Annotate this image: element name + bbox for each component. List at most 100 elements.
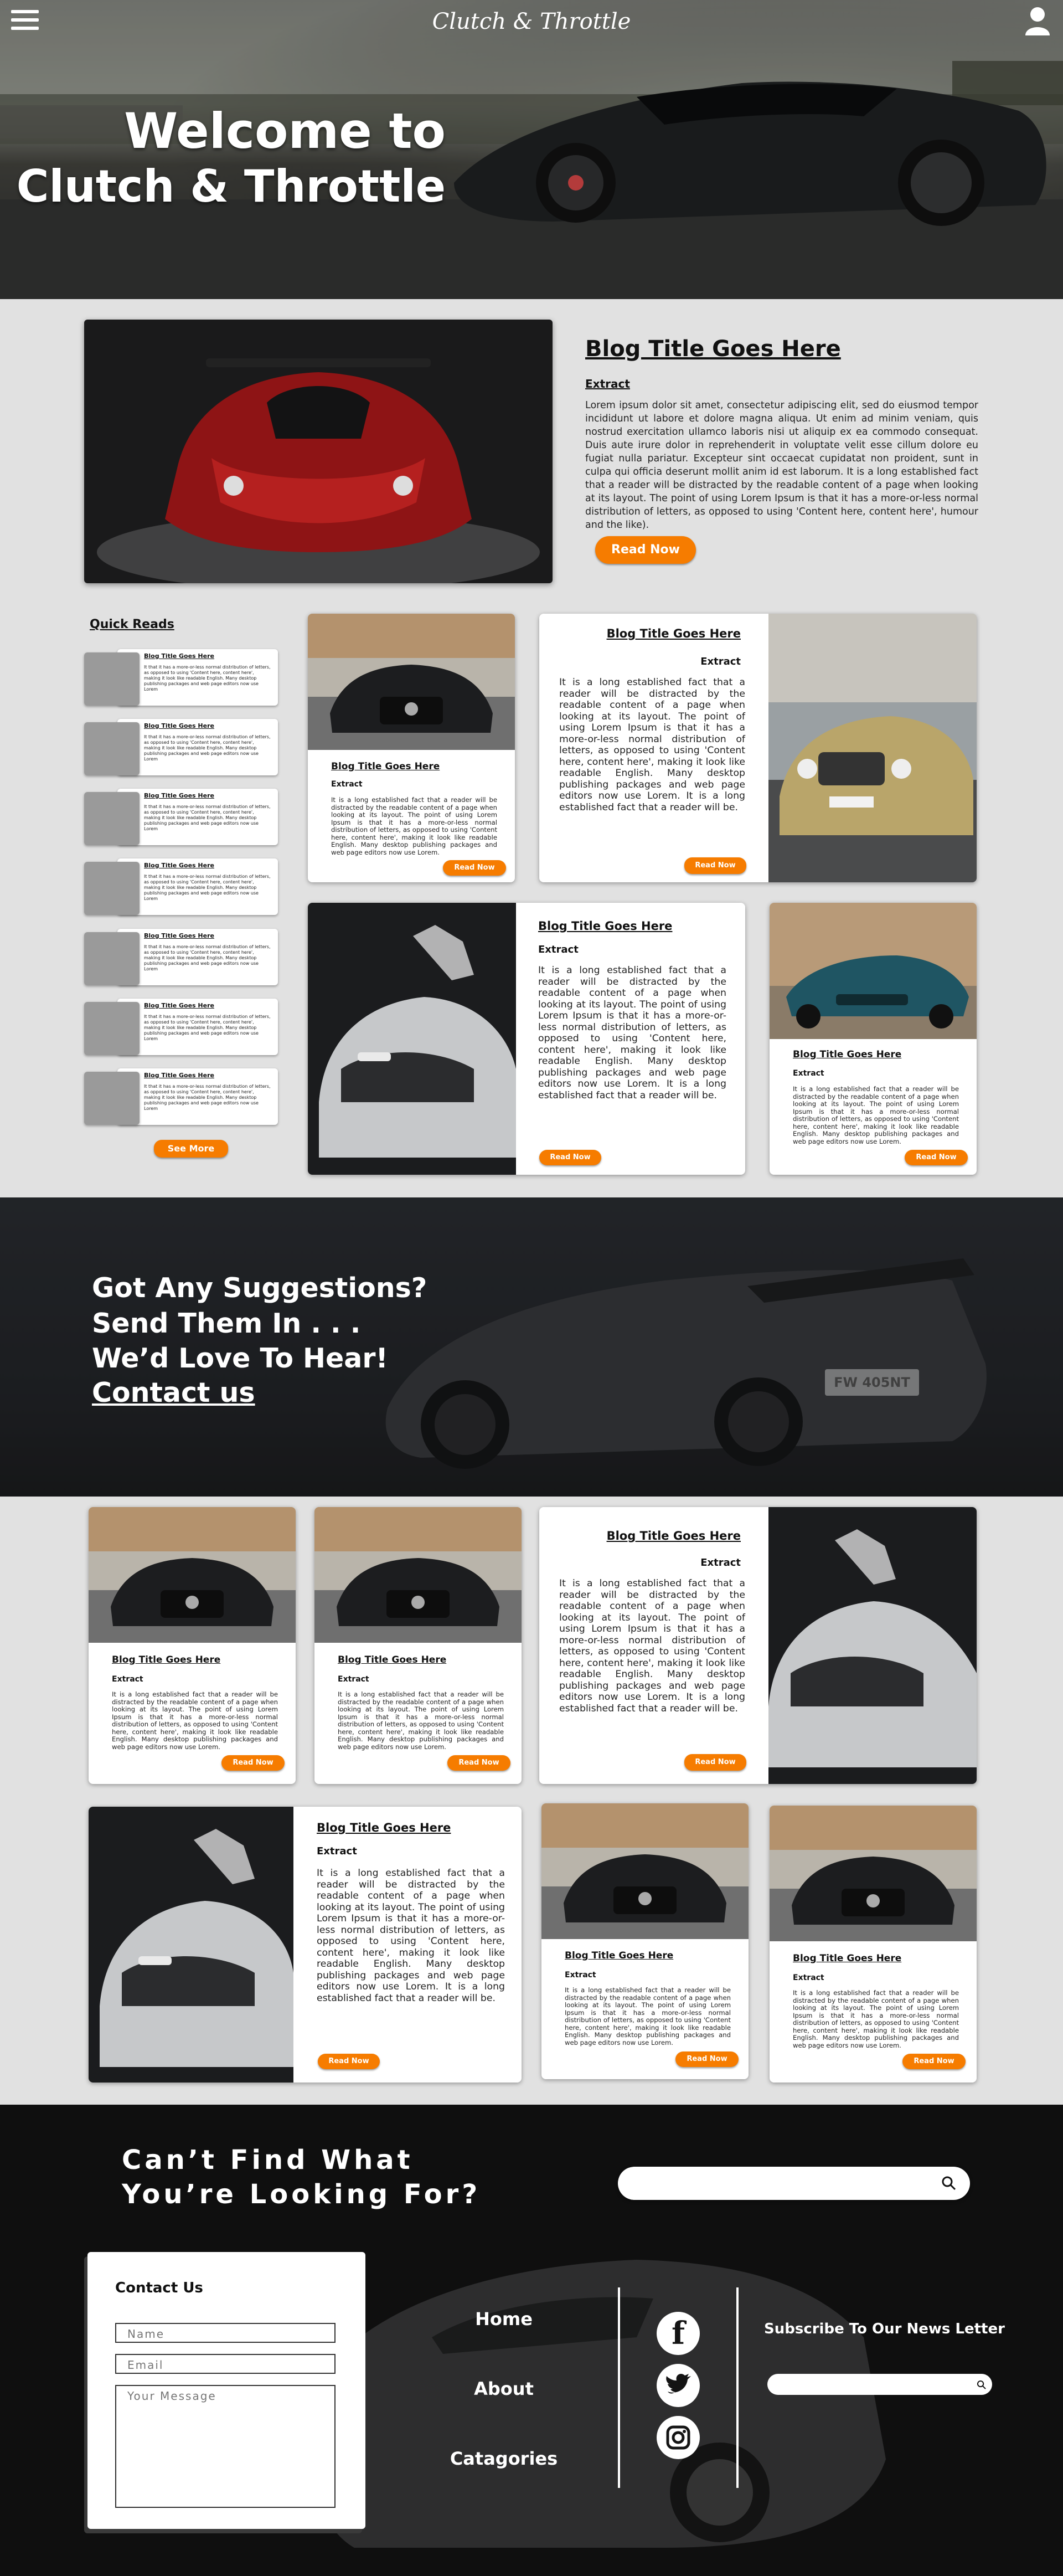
quick-read-text: It that it has a more-or-less normal dis… — [144, 944, 271, 971]
card-read-now-button[interactable]: Read Now — [902, 2054, 966, 2069]
quick-read-thumbnail — [84, 722, 140, 775]
card-body: It is a long established fact that a rea… — [331, 796, 497, 856]
email-field[interactable]: Email — [115, 2354, 336, 2374]
footer-divider — [736, 2287, 739, 2488]
quick-read-title[interactable]: Blog Title Goes Here — [144, 1002, 214, 1009]
footer: Can’t Find What You’re Looking For? Cont… — [0, 2105, 1063, 2576]
card-extract-label: Extract — [538, 944, 579, 955]
card-title[interactable]: Blog Title Goes Here — [607, 627, 741, 640]
contact-us-link[interactable]: Contact us — [92, 1377, 255, 1408]
contact-form-title: Contact Us — [115, 2280, 203, 2296]
footer-nav-about[interactable]: About — [443, 2378, 565, 2399]
quick-read-title[interactable]: Blog Title Goes Here — [144, 932, 214, 939]
card-title[interactable]: Blog Title Goes Here — [793, 1953, 901, 1964]
quick-read-title[interactable]: Blog Title Goes Here — [144, 862, 214, 869]
message-field[interactable]: Your Message — [115, 2385, 336, 2508]
quick-read-title[interactable]: Blog Title Goes Here — [144, 792, 214, 799]
card-title[interactable]: Blog Title Goes Here — [793, 1049, 901, 1060]
quick-read-item[interactable]: Blog Title Goes Here It that it has a mor… — [84, 929, 278, 985]
quick-read-item[interactable]: Blog Title Goes Here It that it has a mor… — [84, 858, 278, 915]
license-plate-text: FW 405NT — [834, 1375, 910, 1390]
quick-read-item[interactable]: Blog Title Goes Here It that it has a mor… — [84, 789, 278, 845]
quick-read-text: It that it has a more-or-less normal dis… — [144, 734, 271, 762]
search-input[interactable] — [618, 2167, 970, 2200]
card-read-now-button[interactable]: Read Now — [539, 1150, 601, 1165]
card-read-now-button[interactable]: Read Now — [675, 2051, 739, 2067]
card-title[interactable]: Blog Title Goes Here — [607, 1529, 741, 1542]
blog-card[interactable]: Blog Title Goes Here Extract It is a lon… — [314, 1507, 522, 1784]
card-title[interactable]: Blog Title Goes Here — [338, 1654, 446, 1665]
card-title[interactable]: Blog Title Goes Here — [317, 1821, 451, 1834]
email-placeholder: Email — [127, 2358, 164, 2372]
card-title[interactable]: Blog Title Goes Here — [538, 919, 672, 933]
card-read-now-button[interactable]: Read Now — [318, 2054, 380, 2069]
car-image-bugatti — [768, 1507, 977, 1784]
card-read-now-button[interactable]: Read Now — [443, 860, 506, 876]
featured-car-image[interactable] — [84, 320, 553, 583]
site-logo[interactable]: Clutch & Throttle — [0, 9, 1063, 34]
card-body: It is a long established fact that a rea… — [565, 1986, 731, 2047]
card-title[interactable]: Blog Title Goes Here — [331, 761, 440, 772]
message-placeholder: Your Message — [127, 2389, 216, 2403]
instagram-icon[interactable] — [657, 2416, 700, 2459]
blog-card[interactable]: Blog Title Goes Here Extract It is a lon… — [541, 1803, 749, 2079]
blog-card-wide[interactable]: Blog Title Goes Here Extract It is a lon… — [539, 614, 977, 882]
quick-read-item[interactable]: Blog Title Goes Here It that it has a mor… — [84, 1068, 278, 1125]
card-title[interactable]: Blog Title Goes Here — [565, 1950, 673, 1961]
card-read-now-button[interactable]: Read Now — [905, 1150, 968, 1165]
blog-card-wide[interactable]: Blog Title Goes Here Extract It is a lon… — [539, 1507, 977, 1784]
quick-read-title[interactable]: Blog Title Goes Here — [144, 652, 214, 660]
card-read-now-button[interactable]: Read Now — [221, 1755, 285, 1771]
quick-read-item[interactable]: Blog Title Goes Here It that it has a mor… — [84, 999, 278, 1055]
quick-read-text: It that it has a more-or-less normal dis… — [144, 874, 271, 901]
user-icon[interactable] — [1024, 7, 1051, 35]
quick-read-text: It that it has a more-or-less normal dis… — [144, 804, 271, 831]
blog-card-wide[interactable]: Blog Title Goes Here Extract It is a lon… — [89, 1807, 522, 2083]
quick-read-text: It that it has a more-or-less normal dis… — [144, 1014, 271, 1041]
card-read-now-button[interactable]: Read Now — [684, 1754, 746, 1771]
card-extract-label: Extract — [317, 1845, 357, 1857]
contact-form: Contact Us Name Email Your Message — [87, 2252, 365, 2529]
suggest-line2: Send Them In . . . — [92, 1308, 361, 1339]
quick-read-item[interactable]: Blog Title Goes Here It that it has a mor… — [84, 719, 278, 775]
featured-body: Lorem ipsum dolor sit amet, consectetur … — [585, 400, 978, 531]
blog-card[interactable]: Blog Title Goes Here Extract It is a lon… — [308, 614, 515, 882]
blog-card-wide[interactable]: Blog Title Goes Here Extract It is a lon… — [308, 903, 745, 1175]
card-extract-label: Extract — [331, 780, 363, 789]
card-body: It is a long established fact that a rea… — [317, 1868, 505, 2004]
newsletter-input[interactable] — [767, 2374, 992, 2395]
twitter-icon[interactable] — [657, 2364, 700, 2407]
suggestions-banner: FW 405NT Got Any Suggestions? Send Them … — [0, 1197, 1063, 1497]
card-extract-label: Extract — [338, 1675, 369, 1684]
name-field[interactable]: Name — [115, 2323, 336, 2343]
see-more-button[interactable]: See More — [154, 1140, 228, 1158]
blog-card[interactable]: Blog Title Goes Here Extract It is a lon… — [770, 903, 977, 1175]
footer-nav-home[interactable]: Home — [443, 2308, 565, 2330]
quick-read-thumbnail — [84, 1002, 140, 1055]
newsletter-label: Subscribe To Our News Letter — [764, 2321, 1005, 2337]
search-icon[interactable] — [977, 2380, 987, 2390]
footer-nav-categories[interactable]: Catagories — [443, 2448, 565, 2469]
featured-read-now-button[interactable]: Read Now — [595, 536, 696, 564]
quick-read-title[interactable]: Blog Title Goes Here — [144, 722, 214, 729]
card-read-now-button[interactable]: Read Now — [684, 857, 746, 874]
search-icon[interactable] — [941, 2176, 957, 2191]
car-image-bugatti — [89, 1807, 293, 2083]
quick-read-text: It that it has a more-or-less normal dis… — [144, 1084, 271, 1111]
card-title[interactable]: Blog Title Goes Here — [112, 1654, 220, 1665]
card-extract-label: Extract — [793, 1069, 824, 1078]
quick-read-text: It that it has a more-or-less normal dis… — [144, 665, 271, 692]
card-read-now-button[interactable]: Read Now — [447, 1755, 510, 1771]
quick-read-title[interactable]: Blog Title Goes Here — [144, 1072, 214, 1079]
quick-reads-heading: Quick Reads — [90, 618, 174, 631]
car-image-mercedes — [314, 1507, 522, 1643]
quick-read-item[interactable]: Blog Title Goes Here It that it has a mor… — [84, 649, 278, 706]
facebook-icon[interactable]: f — [657, 2312, 700, 2355]
blog-card[interactable]: Blog Title Goes Here Extract It is a lon… — [89, 1507, 296, 1784]
featured-extract-label: Extract — [585, 377, 630, 390]
featured-title[interactable]: Blog Title Goes Here — [585, 336, 841, 362]
hero-title-line2: Clutch & Throttle — [16, 161, 446, 212]
blog-card[interactable]: Blog Title Goes Here Extract It is a lon… — [770, 1806, 977, 2083]
card-body: It is a long established fact that a rea… — [112, 1690, 278, 1751]
card-body: It is a long established fact that a rea… — [559, 1578, 745, 1714]
